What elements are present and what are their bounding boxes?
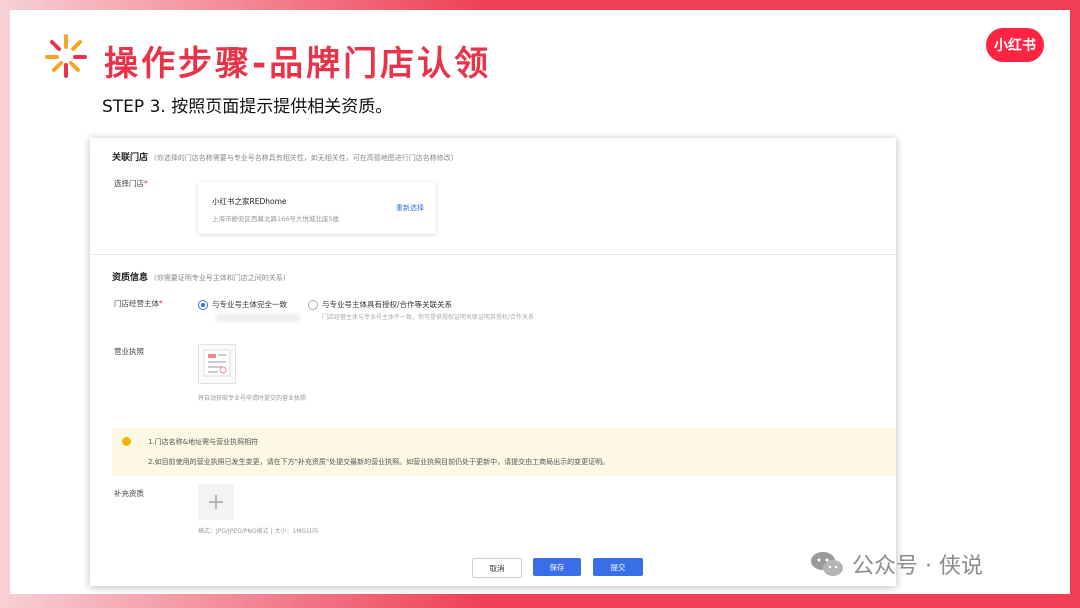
slide: 操作步骤-品牌门店认领 小红书 STEP 3. 按照页面提示提供相关资质。 关联… xyxy=(10,10,1070,594)
claim-form-panel: 关联门店 (你选择的门店名称需要与专业号名称具有相关性，如无相关性，可在高德地图进… xyxy=(90,138,896,586)
required-mark: * xyxy=(159,299,163,308)
sparkle-logo-icon xyxy=(45,34,87,78)
business-license-label: 营业执照 xyxy=(114,347,144,356)
section-divider xyxy=(90,254,896,255)
wechat-icon xyxy=(811,552,843,576)
radio-same-entity[interactable] xyxy=(198,300,208,310)
linked-store-heading: 关联门店 xyxy=(112,153,149,163)
brand-badge: 小红书 xyxy=(986,28,1044,62)
selected-store-card[interactable]: 小红书之家REDhome 上海市静安区西藏北路166号大悦城北座5楼 重新选择 xyxy=(198,182,436,234)
qualification-section-heading: 资质信息 (你需要证明专业号主体和门店之间的关系) xyxy=(112,270,285,283)
alert-line-2: 2.如目前使用的营业执照已发生变更，请在下方"补充资质"处提交最新的营业执照。如… xyxy=(148,458,610,466)
warning-icon xyxy=(122,437,131,446)
step-instruction: STEP 3. 按照页面提示提供相关资质。 xyxy=(102,97,393,117)
option-authorized-entity-hint: 门店经营主体与专业号主体不一致，你可提供授权证明关联证明其授权/合作关系 xyxy=(322,314,535,321)
reselect-store-link[interactable]: 重新选择 xyxy=(396,203,424,213)
watermark-text: 公众号 · 侠说 xyxy=(852,554,983,579)
cancel-button[interactable]: 取消 xyxy=(472,558,522,578)
store-name: 小红书之家REDhome xyxy=(212,197,287,206)
linked-store-section-heading: 关联门店 (你选择的门店名称需要与专业号名称具有相关性，如无相关性，可在高德地图进… xyxy=(112,150,453,163)
option-same-entity-label: 与专业号主体完全一致 xyxy=(212,300,287,309)
save-button[interactable]: 保存 xyxy=(533,558,581,576)
business-license-thumbnail[interactable] xyxy=(198,344,236,384)
select-store-label: 选择门店* xyxy=(114,179,148,188)
business-license-hint: 将自动获取专业号申请时提交的营业执照 xyxy=(198,395,307,402)
upload-button[interactable]: + xyxy=(198,484,234,520)
notice-alert: 1.门店名称&地址需与营业执照相符 2.如目前使用的营业执照已发生变更，请在下方… xyxy=(112,428,896,476)
redacted-text xyxy=(216,314,300,322)
qualification-note: (你需要证明专业号主体和门店之间的关系) xyxy=(154,274,286,282)
option-authorized-entity-label: 与专业号主体具有授权/合作等关联关系 xyxy=(322,300,453,309)
supplement-hint: 格式：JPG/JPEG/PNG格式 | 大小：1MG以内 xyxy=(198,528,319,535)
qualification-heading: 资质信息 xyxy=(112,273,149,283)
license-document-icon xyxy=(203,349,231,377)
supplement-label: 补充资质 xyxy=(114,489,144,498)
required-mark: * xyxy=(144,179,148,188)
operator-label: 门店经营主体* xyxy=(114,299,163,308)
linked-store-note: (你选择的门店名称需要与专业号名称具有相关性，如无相关性，可在高德地图进行门店名… xyxy=(154,154,454,162)
radio-authorized-entity[interactable] xyxy=(308,300,318,310)
page-title: 操作步骤-品牌门店认领 xyxy=(104,44,492,84)
submit-button[interactable]: 提交 xyxy=(593,558,643,576)
watermark: 公众号 · 侠说 xyxy=(810,548,983,580)
store-address: 上海市静安区西藏北路166号大悦城北座5楼 xyxy=(212,215,340,223)
alert-line-1: 1.门店名称&地址需与营业执照相符 xyxy=(148,438,259,446)
plus-icon: + xyxy=(206,489,226,515)
